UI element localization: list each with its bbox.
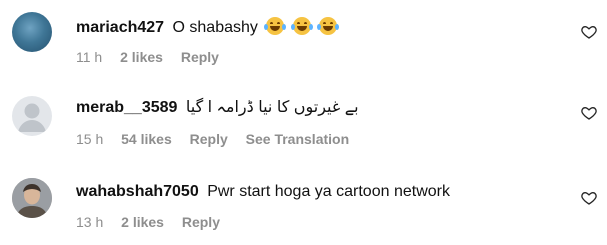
heart-outline-icon[interactable] — [581, 105, 597, 121]
default-user-avatar-icon[interactable] — [12, 96, 52, 136]
laughing-tears-emoji-icon — [264, 17, 287, 35]
heart-outline-icon[interactable] — [581, 24, 597, 40]
comment-timestamp: 11 h — [76, 49, 103, 65]
reply-button[interactable]: Reply — [190, 131, 228, 147]
comment-likes-count[interactable]: 2 likes — [121, 214, 164, 230]
comment-item: merab__3589 بے غیرتوں کا نیا ڈرامہ ا گیا… — [0, 82, 607, 162]
laughing-tears-emoji-icon — [317, 17, 340, 35]
reply-button[interactable]: Reply — [182, 214, 220, 230]
comment-text: بے غیرتوں کا نیا ڈرامہ ا گیا — [185, 99, 359, 116]
comment-text: O shabashy — [172, 19, 258, 36]
comment-username[interactable]: merab__3589 — [76, 99, 177, 116]
avatar[interactable] — [12, 12, 52, 52]
reply-button[interactable]: Reply — [181, 49, 219, 65]
comment-text: Pwr start hoga ya cartoon network — [207, 183, 450, 200]
comment-username[interactable]: wahabshah7050 — [76, 183, 199, 200]
laughing-tears-emoji-icon — [290, 17, 313, 35]
comment-meta: 15 h 54 likes Reply See Translation — [76, 130, 363, 148]
comment-username[interactable]: mariach427 — [76, 19, 164, 36]
avatar[interactable] — [12, 178, 52, 218]
comment-line: wahabshah7050 Pwr start hoga ya cartoon … — [76, 182, 450, 202]
comment-meta: 13 h 2 likes Reply — [76, 213, 234, 231]
see-translation-link[interactable]: See Translation — [246, 131, 349, 147]
comment-line: merab__3589 بے غیرتوں کا نیا ڈرامہ ا گیا — [76, 98, 359, 118]
comment-item: mariach427 O shabashy 11 h 2 likes Reply — [0, 0, 607, 80]
comment-line: mariach427 O shabashy — [76, 17, 340, 38]
comment-timestamp: 13 h — [76, 214, 104, 230]
comment-likes-count[interactable]: 54 likes — [121, 131, 172, 147]
comment-item: wahabshah7050 Pwr start hoga ya cartoon … — [0, 165, 607, 245]
comment-likes-count[interactable]: 2 likes — [120, 49, 163, 65]
comment-timestamp: 15 h — [76, 131, 104, 147]
heart-outline-icon[interactable] — [581, 190, 597, 206]
comment-meta: 11 h 2 likes Reply — [76, 48, 233, 66]
